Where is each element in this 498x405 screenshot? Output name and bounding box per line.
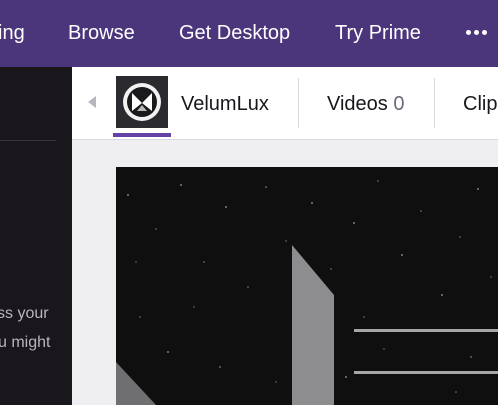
nav-item-get-desktop[interactable]: Get Desktop [179,21,290,45]
velumlux-logo [116,76,168,128]
tab-videos-count: 0 [393,93,405,115]
top-navigation-bar: ing Browse Get Desktop Try Prime [0,0,498,67]
video-player[interactable] [116,167,498,405]
channel-name[interactable]: VelumLux [181,92,269,116]
channel-avatar[interactable] [116,76,168,128]
active-tab-underline [113,133,171,137]
tab-clips[interactable]: Clip [463,92,497,116]
video-thumbnail-image [116,167,498,405]
nav-item-following[interactable]: ing [0,21,25,45]
channel-header: VelumLux Videos 0 Clip [72,67,498,140]
tab-videos-label: Videos [327,93,388,115]
nav-item-browse[interactable]: Browse [68,21,135,45]
more-dots-icon[interactable] [466,24,490,44]
left-sidebar: ss your u might [0,67,72,405]
sidebar-text-line-2: u might [0,334,51,351]
tab-separator [298,78,299,128]
tab-separator [434,78,435,128]
chevron-left-icon[interactable] [88,96,96,108]
tab-videos[interactable]: Videos 0 [327,92,404,116]
nav-item-try-prime[interactable]: Try Prime [335,21,421,45]
sidebar-text-line-1: ss your [0,305,49,322]
sidebar-divider [0,140,56,141]
